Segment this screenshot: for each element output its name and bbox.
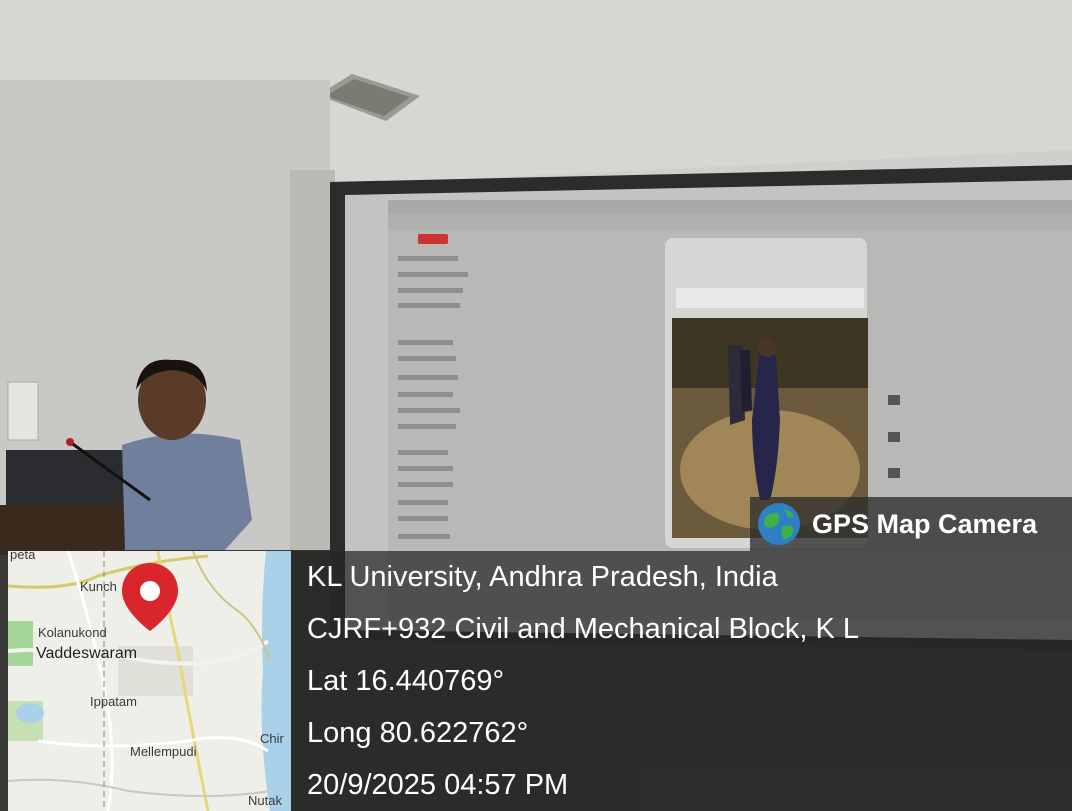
gps-info-panel: KL University, Andhra Pradesh, India CJR… — [291, 551, 1072, 811]
map-label-mellempudi: Mellempudi — [130, 744, 197, 759]
map-label-peta: peta — [10, 551, 36, 562]
map-label-nutak: Nutak — [248, 793, 282, 808]
projected-logo — [418, 234, 448, 244]
timestamp: 20/9/2025 04:57 PM — [307, 769, 569, 801]
photo-scene: GPS Map Camera peta Kunch Kolanukond Vad… — [0, 0, 1072, 811]
speaker-shirt — [122, 433, 252, 550]
address-line: CJRF+932 Civil and Mechanical Block, K L — [307, 613, 860, 645]
map-label-chir: Chir — [260, 731, 284, 746]
map-label-ippatam: Ippatam — [90, 694, 137, 709]
laptop — [6, 450, 124, 505]
map-label-kunch: Kunch — [80, 579, 117, 594]
gps-camera-badge: GPS Map Camera — [750, 497, 1072, 551]
location-title: KL University, Andhra Pradesh, India — [307, 561, 778, 593]
switch-board — [7, 381, 39, 441]
longitude-value: Long 80.622762° — [307, 717, 529, 749]
map-label-vaddeswaram: Vaddeswaram — [36, 645, 138, 662]
latitude-value: Lat 16.440769° — [307, 665, 505, 697]
gps-app-name: GPS Map Camera — [812, 508, 1038, 539]
map-thumbnail: peta Kunch Kolanukond Vaddeswaram Ippata… — [8, 551, 291, 811]
map-label-kolanukond: Kolanukond — [38, 625, 107, 640]
globe-icon — [758, 503, 800, 545]
map-drawing — [8, 551, 291, 811]
